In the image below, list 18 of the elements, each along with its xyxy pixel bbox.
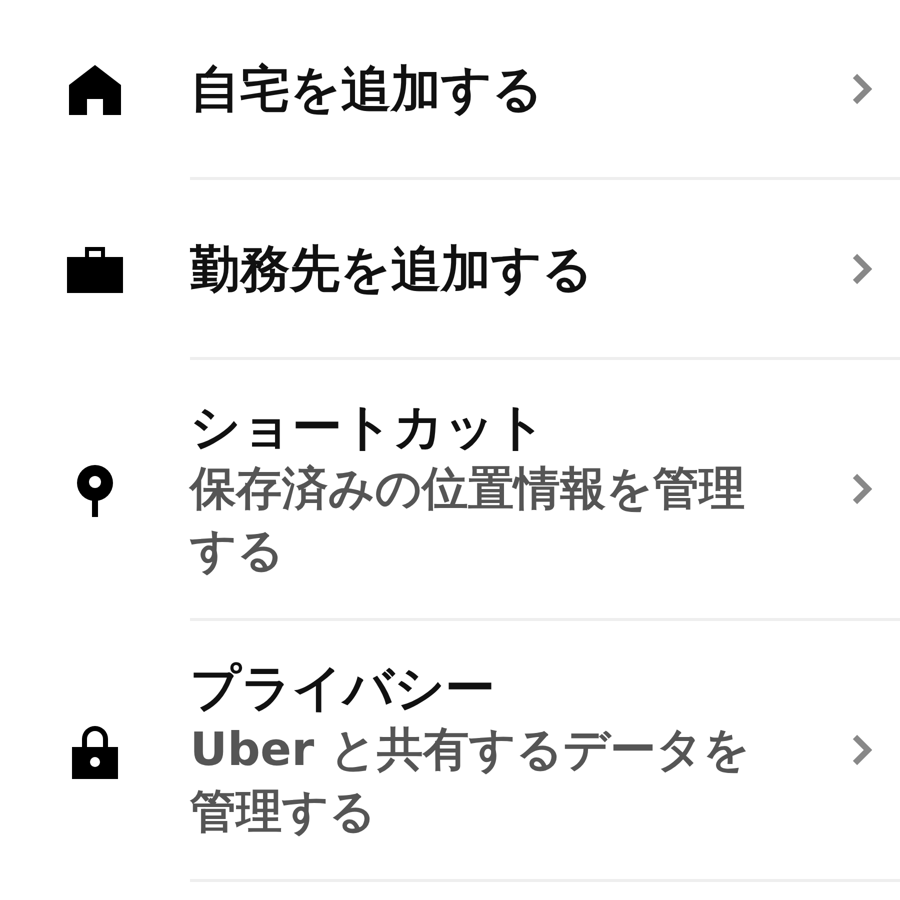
menu-item[interactable]: ショートカット 保存済みの位置情報を管理する xyxy=(0,360,900,621)
item-subtitle: 保存済みの位置情報を管理する xyxy=(190,460,746,579)
item-title: プライバシー xyxy=(190,658,496,718)
chevron-icon xyxy=(852,734,872,766)
item-subtitle: Uber と共有するデータを管理する xyxy=(190,720,752,840)
menu-item[interactable]: 自宅を追加する xyxy=(0,0,900,180)
chevron-icon xyxy=(852,473,872,505)
chevron-icon xyxy=(852,252,872,284)
lock-icon xyxy=(72,724,118,778)
item-title: ショートカット xyxy=(190,396,547,457)
menu-item[interactable]: プライバシー Uber と共有するデータを管理する xyxy=(0,621,900,882)
briefcase-icon xyxy=(67,247,123,293)
pin-icon xyxy=(77,464,113,516)
item-title: 自宅を追加する xyxy=(190,58,544,118)
home-icon xyxy=(69,65,121,115)
menu-item[interactable]: 勤務先を追加する xyxy=(0,180,900,360)
chevron-icon xyxy=(852,72,872,104)
item-title: 勤務先を追加する xyxy=(190,238,594,298)
